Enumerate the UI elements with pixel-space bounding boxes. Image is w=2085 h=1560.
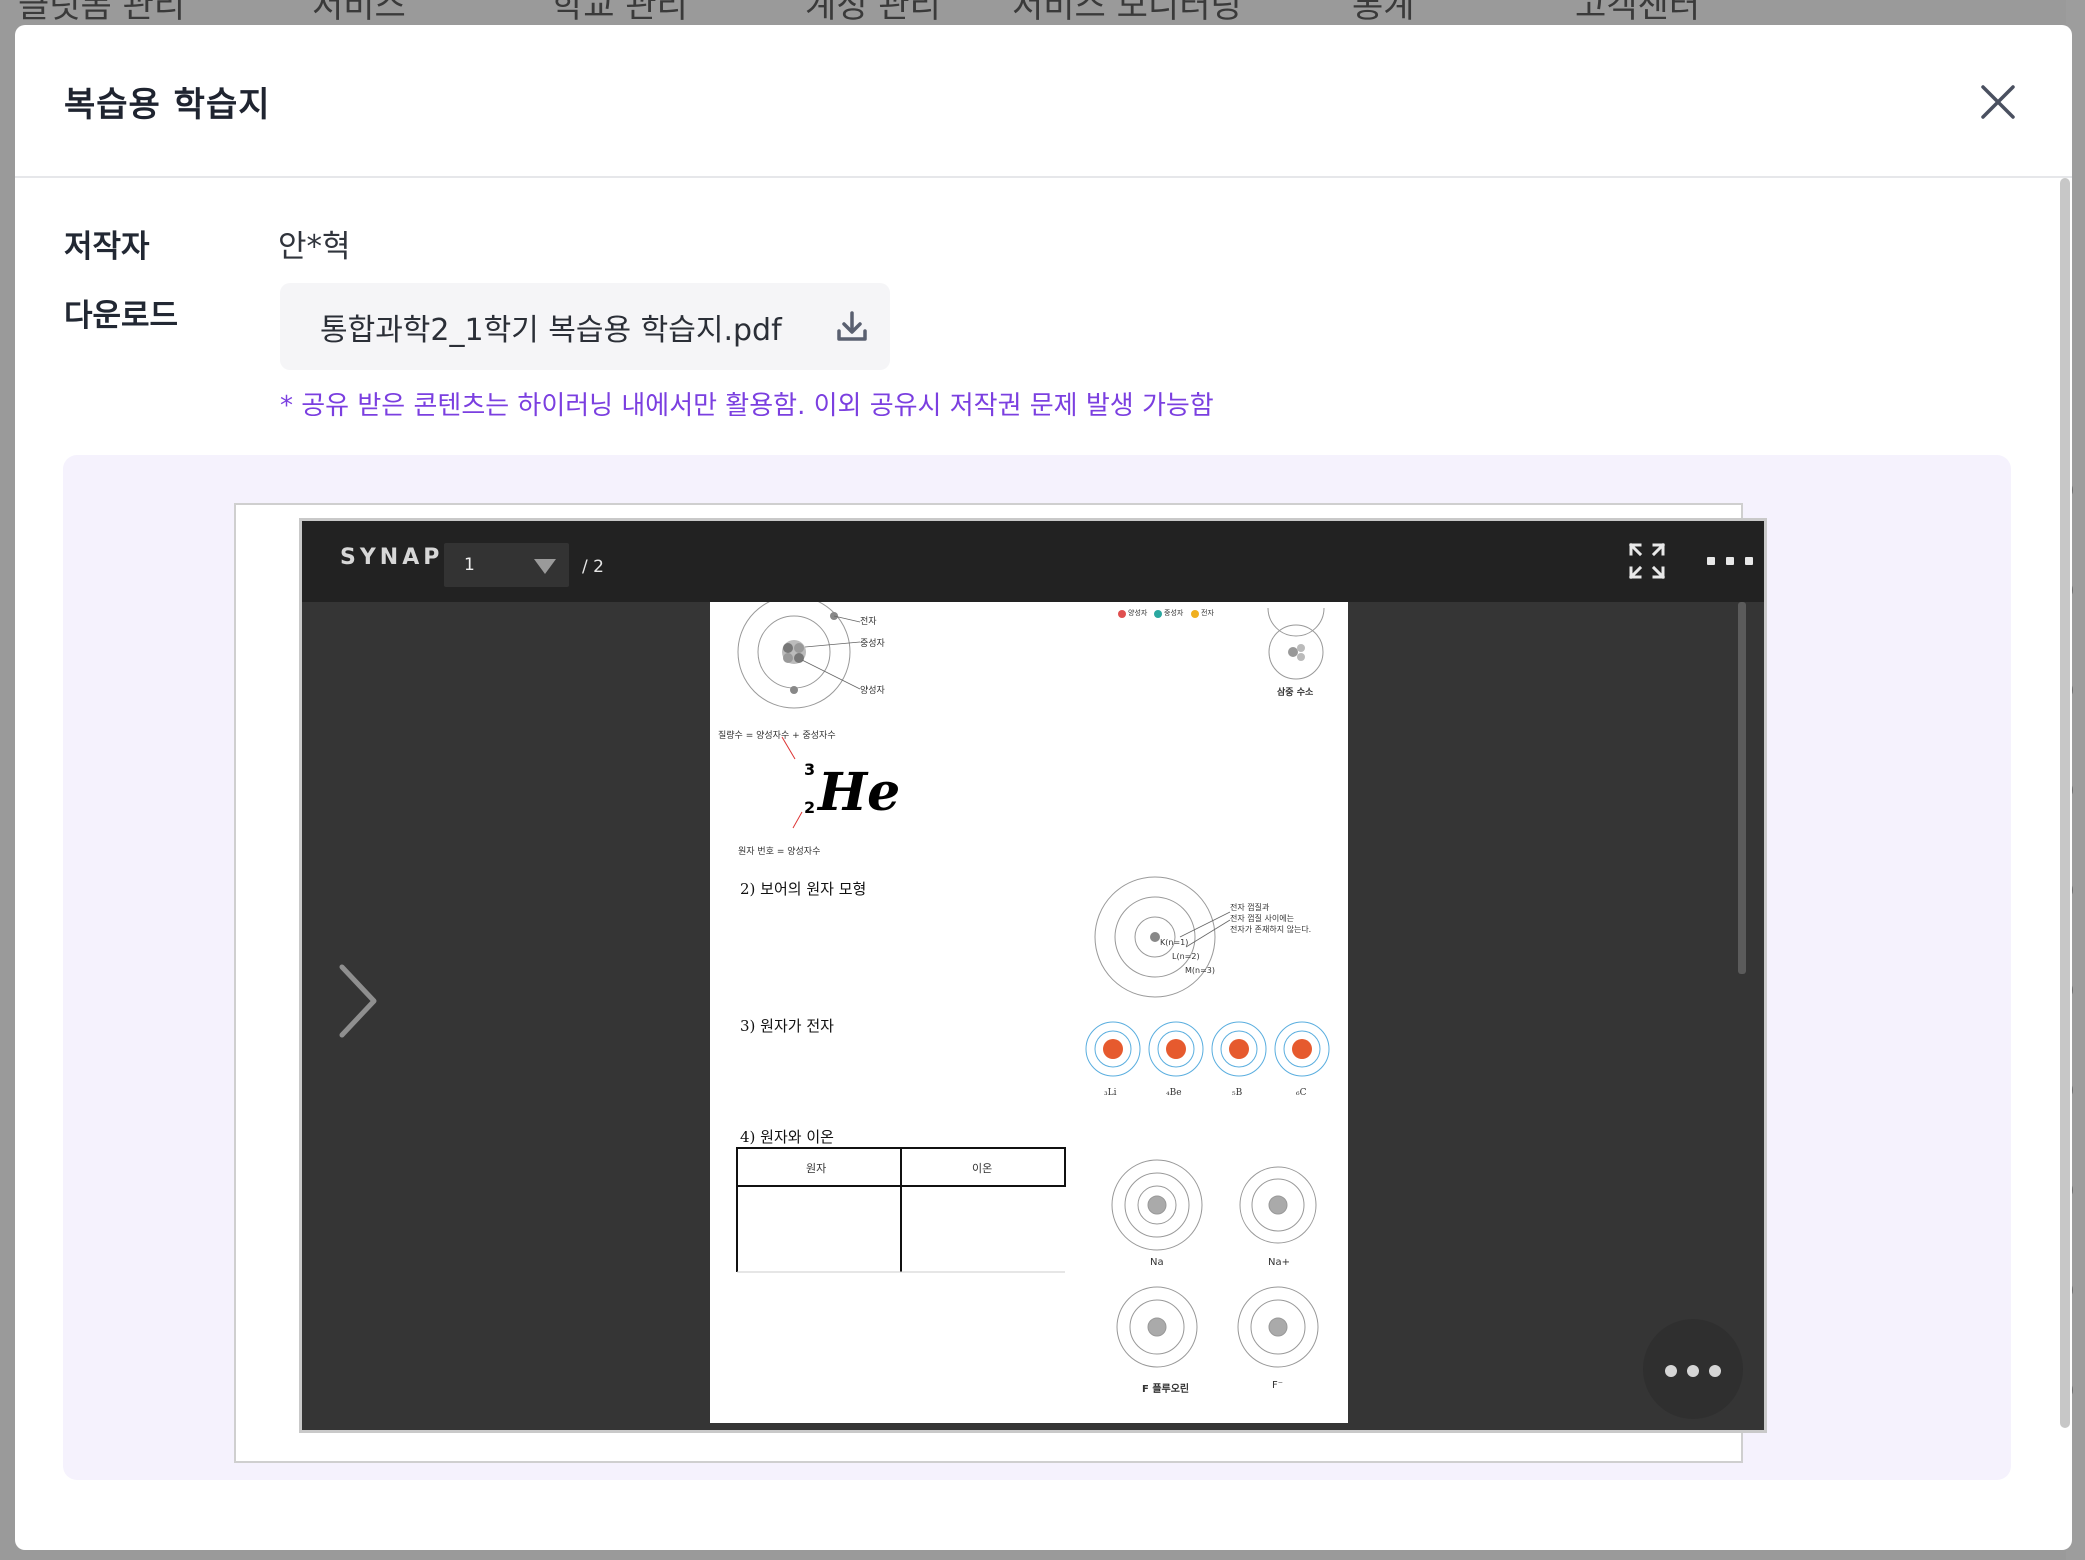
label-b: ₅B: [1232, 1088, 1243, 1098]
shell-note-3: 전자가 존재하지 않는다.: [1230, 925, 1312, 934]
table-header-atom: 원자: [806, 1162, 827, 1175]
bg-nav-item: 통계: [1352, 0, 1415, 26]
label-fluoride-ion: F⁻: [1272, 1380, 1284, 1391]
download-icon: [837, 311, 867, 341]
question-2: 2) 보어의 원자 모형: [740, 880, 867, 898]
valence-electron-diagrams: [1085, 1021, 1330, 1077]
modal-title: 복습용 학습지: [64, 85, 271, 125]
file-download-button[interactable]: 통합과학2_1학기 복습용 학습지.pdf: [280, 283, 890, 370]
bg-nav-item: 서비스 모니터링: [1012, 0, 1242, 26]
label-fluorine: F 플루오린: [1142, 1384, 1190, 1395]
label-be: ₄Be: [1166, 1088, 1182, 1098]
bohr-model-diagram: [1094, 876, 1231, 998]
bg-nav-item: 학교 관리: [552, 0, 688, 26]
legend-proton: 양성자: [1128, 609, 1148, 617]
more-dots-icon: [1665, 1365, 1677, 1377]
label-electron: 전자: [860, 617, 877, 627]
close-button[interactable]: [1975, 79, 2021, 125]
shell-k: K(n=1): [1160, 938, 1189, 947]
label-proton: 양성자: [860, 686, 885, 696]
download-label: 다운로드: [64, 298, 179, 334]
viewer-toolbar: SYNAP 1 / 2: [302, 521, 1764, 602]
document-viewer: SYNAP 1 / 2 전자 중성자 양성자 양성자 중성자 전자 삼중 수소 …: [299, 518, 1767, 1433]
bg-nav-item: 서비스: [312, 0, 406, 26]
legend-neutron: 중성자: [1164, 609, 1184, 617]
page-number-select[interactable]: 1: [444, 543, 569, 587]
synap-logo: SYNAP: [340, 545, 444, 570]
next-page-arrow-icon[interactable]: [334, 961, 384, 1041]
label-c: ₆C: [1296, 1088, 1307, 1098]
total-pages: / 2: [582, 557, 604, 577]
mass-number: 3: [804, 760, 816, 779]
atomic-number: 2: [804, 798, 816, 817]
question-3: 3) 원자가 전자: [740, 1017, 834, 1035]
bg-nav-item: 고객센터: [1575, 0, 1701, 26]
label-na: Na: [1150, 1257, 1164, 1268]
content-modal: 복습용 학습지 저작자 안*혁 다운로드 통합과학2_1학기 복습용 학습지.p…: [15, 25, 2072, 1550]
current-page: 1: [464, 555, 475, 575]
modal-header: 복습용 학습지: [15, 25, 2072, 178]
author-label: 저작자: [64, 229, 150, 265]
element-symbol: He: [818, 762, 901, 823]
atomic-number-formula: 원자 번호 = 양성자수: [738, 847, 821, 857]
shell-note-1: 전자 껍질과: [1230, 903, 1270, 912]
atom-ion-table: [736, 1147, 1066, 1273]
author-value: 안*혁: [278, 229, 351, 265]
shell-note-2: 전자 껍질 사이에는: [1230, 914, 1294, 923]
pdf-page: 전자 중성자 양성자 양성자 중성자 전자 삼중 수소 질량수 = 양성자수 +…: [710, 602, 1348, 1423]
label-li: ₃Li: [1104, 1088, 1117, 1098]
file-name: 통합과학2_1학기 복습용 학습지.pdf: [320, 313, 782, 348]
shell-m: M(n=3): [1185, 966, 1216, 975]
question-4: 4) 원자와 이온: [740, 1128, 834, 1146]
table-header-ion: 이온: [972, 1162, 993, 1175]
modal-scrollbar[interactable]: [2060, 178, 2070, 1428]
copyright-notice: * 공유 받은 콘텐츠는 하이러닝 내에서만 활용함. 이외 공유시 저작권 문…: [280, 391, 1214, 421]
page-illustrations: [736, 602, 1330, 1368]
close-icon: [1981, 85, 2015, 119]
viewer-scrollbar[interactable]: [1738, 602, 1746, 974]
atom-model-diagram: [737, 602, 861, 709]
shell-l: L(n=2): [1172, 952, 1200, 961]
mass-number-formula: 질량수 = 양성자수 + 중성자수: [718, 731, 836, 741]
label-na-ion: Na+: [1268, 1257, 1290, 1268]
dropdown-triangle-icon: [534, 559, 556, 574]
hydrogen-caption: 삼중 수소: [1277, 688, 1314, 698]
fullscreen-icon[interactable]: [1627, 541, 1667, 581]
label-neutron: 중성자: [860, 639, 885, 649]
bg-nav-item: 클릿폼 관리: [18, 0, 186, 26]
legend-electron: 전자: [1201, 609, 1214, 617]
bg-nav-item: 계정 관리: [805, 0, 941, 26]
background-nav: 클릿폼 관리 서비스 학교 관리 계정 관리 서비스 모니터링 통계 고객센터: [0, 0, 2085, 26]
floating-more-button[interactable]: [1643, 1319, 1743, 1419]
viewer-more-menu-icon[interactable]: [1707, 545, 1753, 575]
